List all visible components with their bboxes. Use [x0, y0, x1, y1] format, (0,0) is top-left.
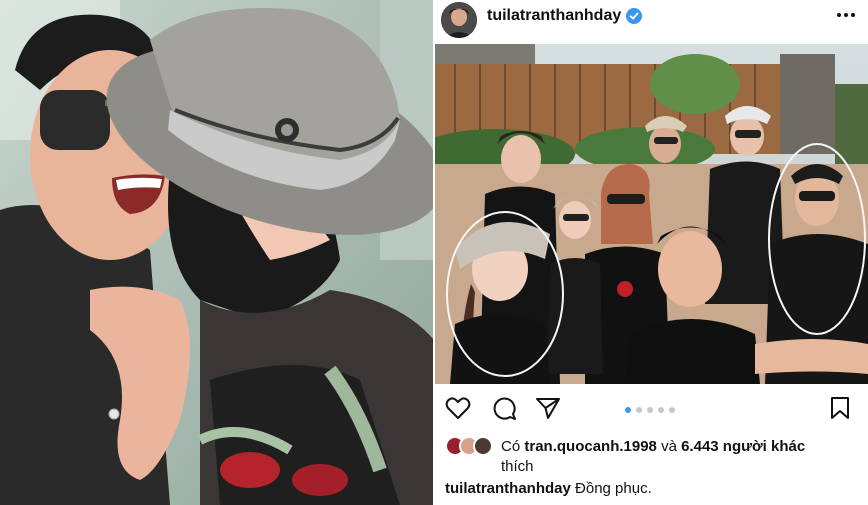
- caption: tuilatranthanhday Đồng phục.: [445, 480, 652, 497]
- couple-selfie-photo: [0, 0, 434, 505]
- caption-text: Đồng phục.: [575, 480, 652, 497]
- instagram-post: tuilatranthanhday Có tran.quocanh.1998 v…: [435, 0, 868, 505]
- verified-icon: [626, 8, 642, 24]
- liked-by-text: Có tran.quocanh.1998 và 6.443 người khác: [501, 438, 805, 455]
- likes-summary: Có tran.quocanh.1998 và 6.443 người khác…: [445, 434, 865, 476]
- liker-avatar[interactable]: [473, 436, 493, 456]
- share-icon[interactable]: [535, 396, 561, 425]
- liker-avatars: [445, 436, 497, 456]
- heart-icon[interactable]: [445, 396, 471, 425]
- more-icon[interactable]: [835, 5, 857, 25]
- liked-by-user[interactable]: tran.quocanh.1998: [524, 438, 657, 455]
- bookmark-icon[interactable]: [830, 396, 850, 425]
- liked-by-prefix: Có: [501, 438, 521, 455]
- caption-username[interactable]: tuilatranthanhday: [445, 480, 571, 497]
- group-photo[interactable]: [435, 44, 868, 384]
- liked-by-suffix: thích: [501, 458, 534, 475]
- comment-icon[interactable]: [491, 396, 517, 427]
- liked-by-others[interactable]: 6.443 người khác: [681, 438, 805, 455]
- liked-by-joiner: và: [661, 438, 677, 455]
- profile-avatar[interactable]: [441, 2, 477, 38]
- username[interactable]: tuilatranthanhday: [487, 7, 621, 25]
- post-header: tuilatranthanhday: [435, 0, 868, 44]
- carousel-indicator: [624, 402, 684, 413]
